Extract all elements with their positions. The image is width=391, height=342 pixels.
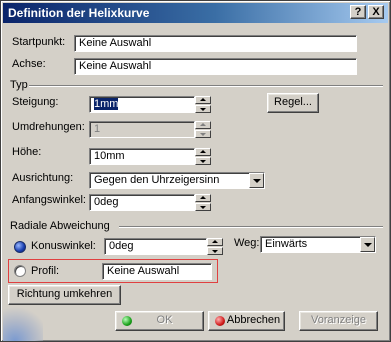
radiale-abweichung-divider xyxy=(119,226,383,228)
abbrechen-label: Abbrechen xyxy=(226,314,281,326)
startpunkt-label: Startpunkt: xyxy=(12,36,66,48)
hoehe-label: Höhe: xyxy=(12,146,42,158)
helix-definition-dialog: Definition der Helixkurve ? X Startpunkt… xyxy=(0,0,391,342)
anfangswinkel-label: Anfangswinkel: xyxy=(12,194,86,206)
window-title: Definition der Helixkurve xyxy=(8,6,150,20)
anfangswinkel-spinner[interactable] xyxy=(195,194,211,211)
weg-dropdown[interactable]: Einwärts xyxy=(260,236,376,253)
hoehe-field[interactable]: 10mm xyxy=(89,148,195,165)
konuswinkel-spinner[interactable] xyxy=(207,238,223,255)
spin-down-icon xyxy=(195,130,211,138)
steigung-field[interactable]: 1mm xyxy=(89,96,195,113)
umdrehungen-field: 1 xyxy=(89,121,195,138)
steigung-value: 1mm xyxy=(94,98,119,110)
abbrechen-button[interactable]: Abbrechen xyxy=(208,311,285,331)
ok-button[interactable]: OK xyxy=(115,311,204,331)
umdrehungen-label: Umdrehungen: xyxy=(12,121,85,133)
help-button[interactable]: ? xyxy=(350,5,366,19)
spin-up-icon xyxy=(195,121,211,129)
konuswinkel-radio[interactable] xyxy=(14,241,26,253)
typ-group-divider xyxy=(29,85,383,87)
spin-down-icon[interactable] xyxy=(195,105,211,113)
profil-label: Profil: xyxy=(31,265,60,277)
konuswinkel-field[interactable]: 0deg xyxy=(104,238,207,255)
spin-up-icon[interactable] xyxy=(207,238,223,246)
hoehe-spinner[interactable] xyxy=(195,148,211,165)
chevron-down-icon[interactable] xyxy=(360,237,375,252)
achse-label: Achse: xyxy=(12,58,46,70)
spin-up-icon[interactable] xyxy=(195,148,211,156)
profil-radio[interactable] xyxy=(14,265,26,277)
typ-group-label: Typ xyxy=(10,79,28,91)
ok-icon xyxy=(122,316,132,326)
ausrichtung-value: Gegen den Uhrzeigersinn xyxy=(94,174,220,186)
logo-watermark xyxy=(3,301,43,341)
ausrichtung-label: Ausrichtung: xyxy=(12,172,74,184)
voranzeige-button[interactable]: Voranzeige xyxy=(299,311,378,331)
regel-button[interactable]: Regel... xyxy=(267,93,319,113)
spin-down-icon[interactable] xyxy=(207,247,223,255)
spin-down-icon[interactable] xyxy=(195,203,211,211)
profil-field[interactable]: Keine Auswahl xyxy=(102,263,212,280)
ausrichtung-dropdown[interactable]: Gegen den Uhrzeigersinn xyxy=(89,172,265,189)
spin-up-icon[interactable] xyxy=(195,96,211,104)
anfangswinkel-field[interactable]: 0deg xyxy=(89,194,195,211)
close-button[interactable]: X xyxy=(368,5,384,19)
weg-label: Weg: xyxy=(234,237,260,249)
achse-field[interactable]: Keine Auswahl xyxy=(74,58,357,75)
radiale-abweichung-group-label: Radiale Abweichung xyxy=(10,220,110,232)
steigung-spinner[interactable] xyxy=(195,96,211,113)
cancel-icon xyxy=(215,316,225,326)
spin-up-icon[interactable] xyxy=(195,194,211,202)
startpunkt-field[interactable]: Keine Auswahl xyxy=(74,35,357,52)
chevron-down-icon[interactable] xyxy=(249,173,264,188)
steigung-label: Steigung: xyxy=(12,96,59,108)
weg-value: Einwärts xyxy=(265,238,308,250)
ok-label: OK xyxy=(156,314,173,326)
konuswinkel-label: Konuswinkel: xyxy=(31,240,96,252)
spin-down-icon[interactable] xyxy=(195,157,211,165)
title-bar[interactable]: Definition der Helixkurve xyxy=(3,3,388,23)
umdrehungen-spinner xyxy=(195,121,211,138)
